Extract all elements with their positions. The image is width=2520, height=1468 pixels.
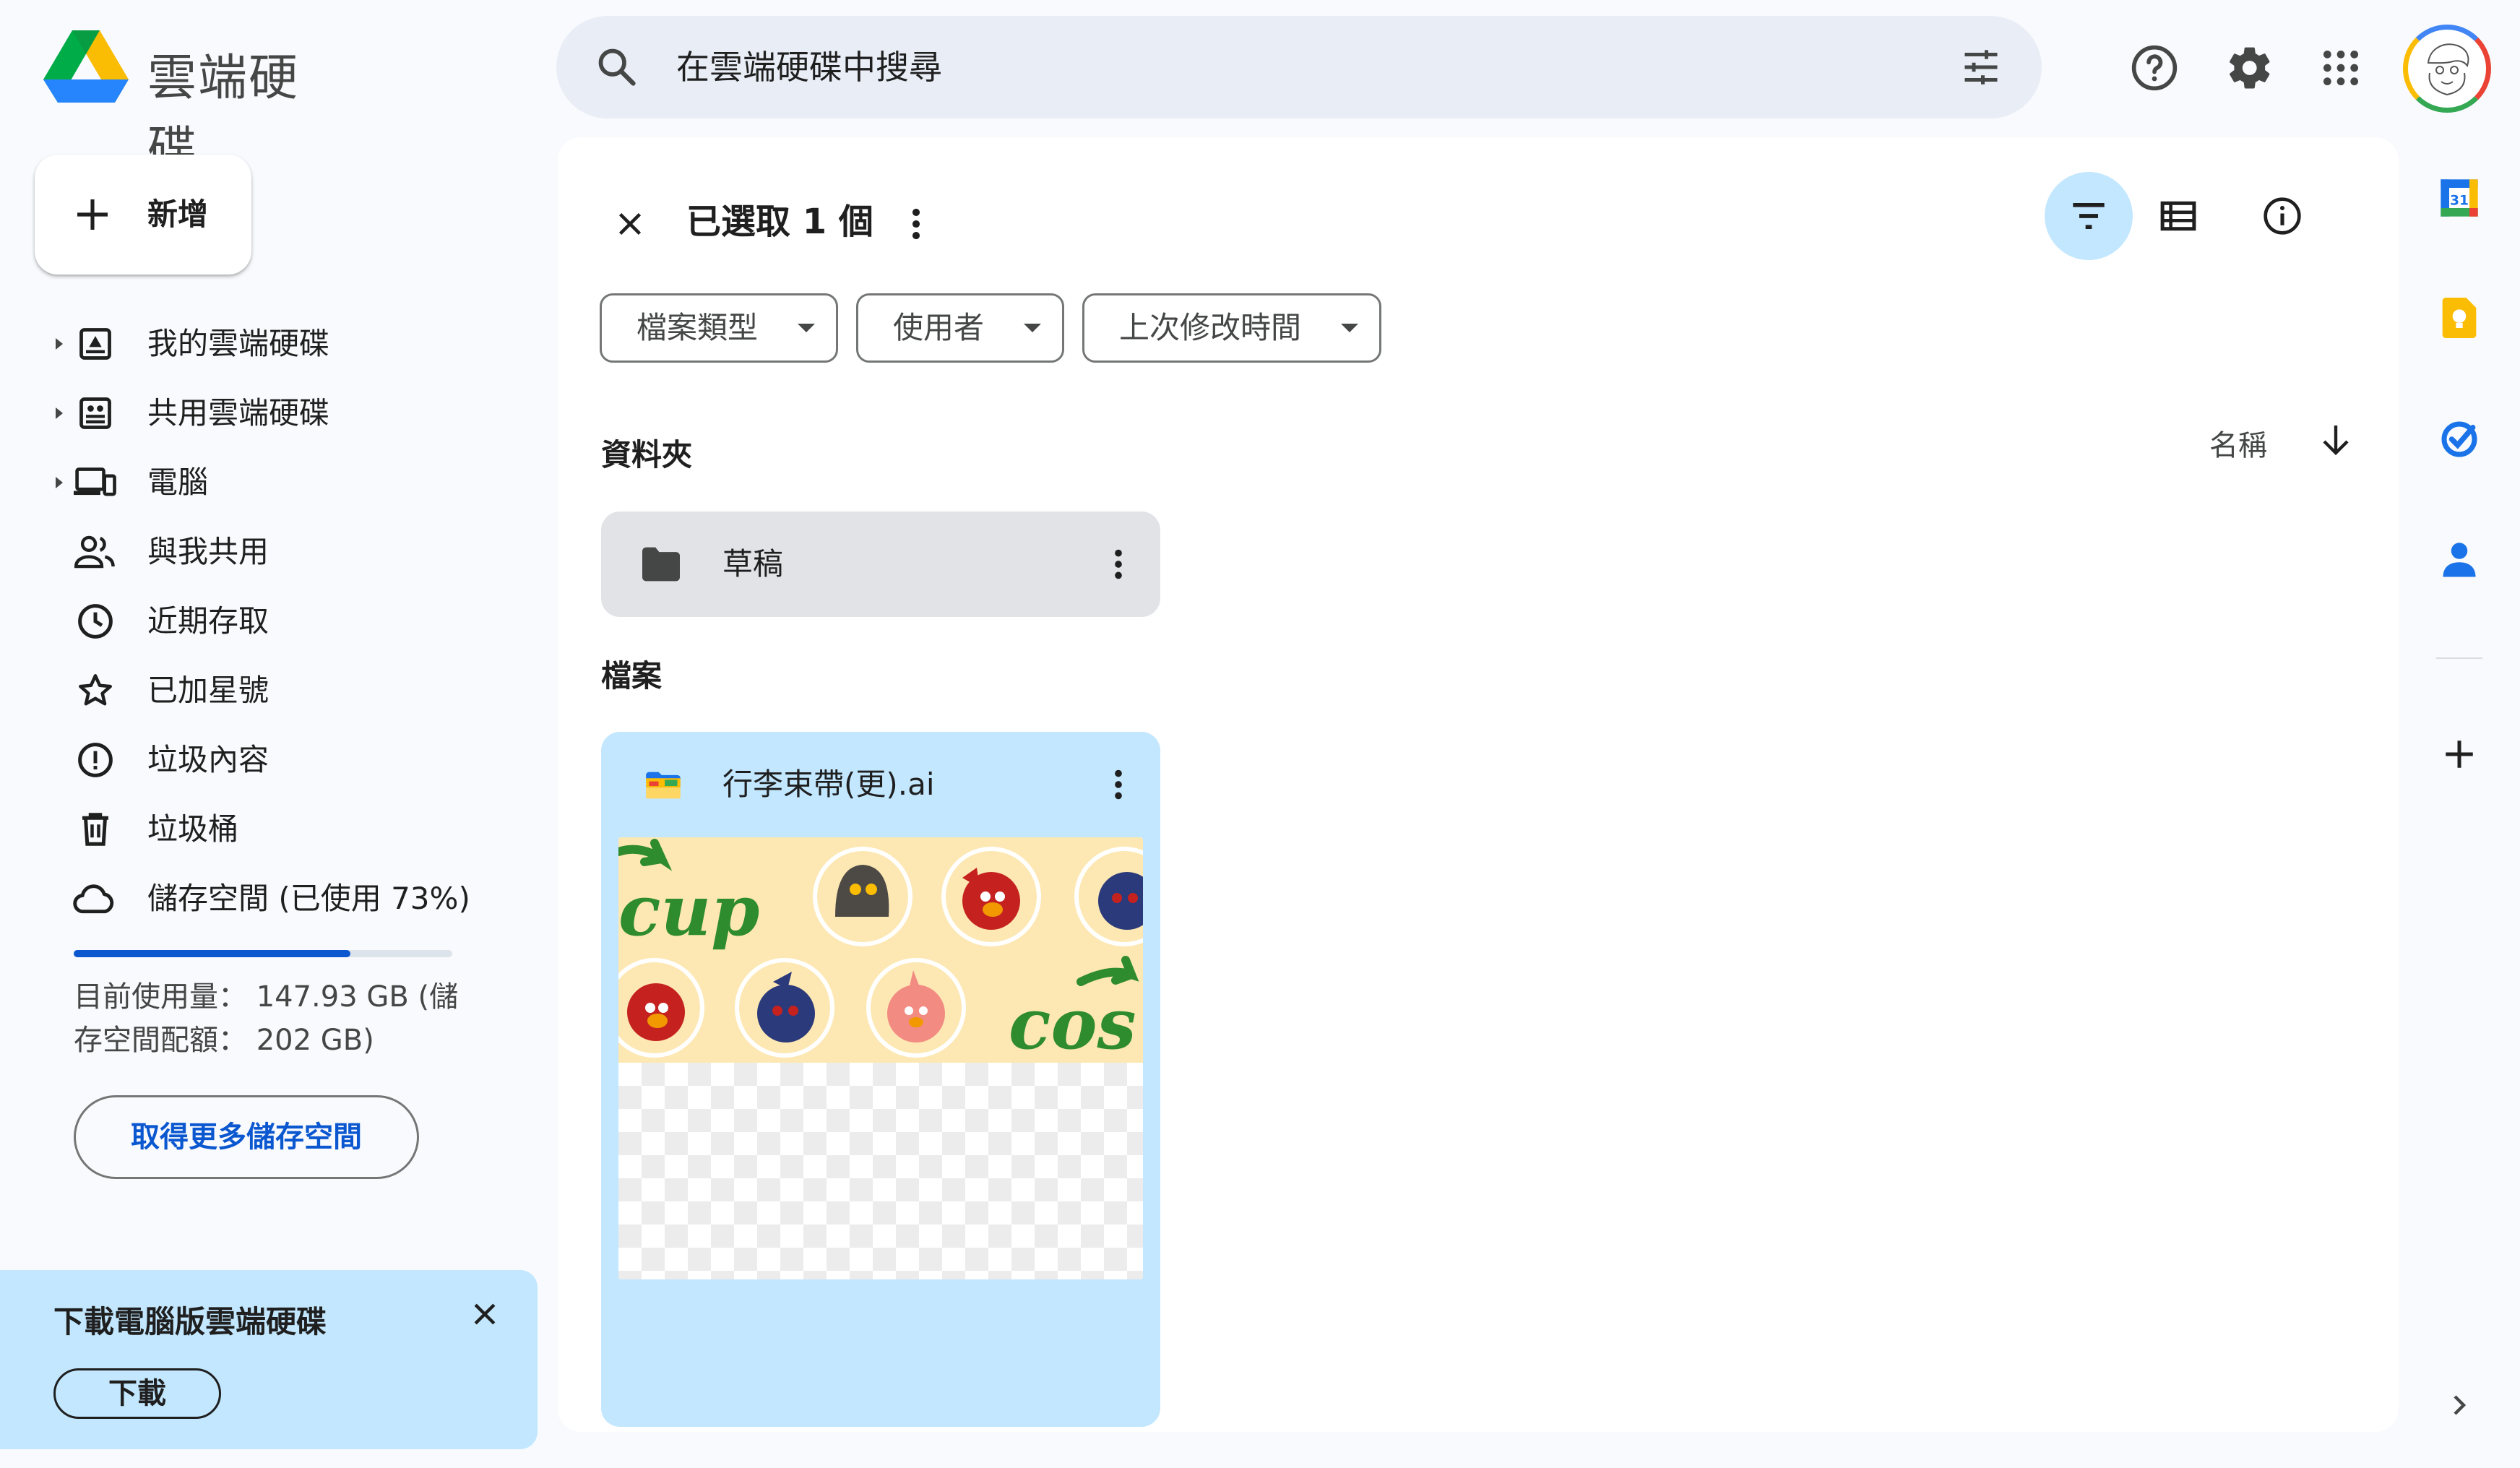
sidebar-item-recent[interactable]: 近期存取 bbox=[0, 587, 535, 656]
search-options-icon[interactable] bbox=[1955, 41, 2007, 93]
folder-name: 草稿 bbox=[722, 546, 784, 582]
selection-count: 已選取 1 個 bbox=[686, 202, 873, 242]
folders-heading: 資料夾 bbox=[601, 437, 693, 472]
plus-icon bbox=[71, 193, 114, 236]
sidebar-item-label: 垃圾內容 bbox=[147, 742, 269, 777]
filter-chip-file-type[interactable]: 檔案類型 bbox=[600, 293, 838, 363]
filter-icon[interactable] bbox=[2045, 172, 2133, 260]
sidebar-item-starred[interactable]: 已加星號 bbox=[0, 656, 535, 725]
clock-icon bbox=[74, 600, 117, 643]
spam-icon bbox=[74, 738, 117, 782]
computers-icon bbox=[72, 461, 118, 504]
chip-label: 檔案類型 bbox=[637, 310, 759, 345]
people-icon bbox=[72, 530, 118, 574]
file-card-selected[interactable]: 行李束帶(更).ai cup cos bbox=[601, 732, 1160, 1427]
sidebar-item-shared-drives[interactable]: 共用雲端硬碟 bbox=[0, 379, 535, 448]
storage-usage-text: 目前使用量： 147.93 GB (儲存空間配額： 202 GB) bbox=[74, 980, 459, 1057]
dropdown-arrow-icon bbox=[1022, 295, 1043, 360]
account-avatar[interactable] bbox=[2403, 25, 2491, 113]
arrow-down-icon[interactable] bbox=[2310, 415, 2361, 465]
trash-icon bbox=[74, 808, 117, 851]
info-icon[interactable] bbox=[2251, 185, 2313, 247]
illustrator-file-icon bbox=[642, 764, 685, 807]
sidebar-item-spam[interactable]: 垃圾內容 bbox=[0, 725, 535, 795]
contacts-icon[interactable] bbox=[2429, 530, 2490, 591]
thumbnail-text-cup: cup bbox=[618, 870, 759, 951]
get-more-storage-button[interactable]: 取得更多儲存空間 bbox=[74, 1095, 419, 1179]
sidebar-item-shared-with-me[interactable]: 與我共用 bbox=[0, 517, 535, 587]
thumbnail-artwork: cup cos bbox=[618, 837, 1143, 1063]
download-button[interactable]: 下載 bbox=[53, 1368, 221, 1419]
keep-icon[interactable] bbox=[2429, 288, 2490, 348]
promo-title: 下載電腦版雲端硬碟 bbox=[53, 1304, 327, 1339]
search-bar[interactable]: 在雲端硬碟中搜尋 bbox=[556, 16, 2042, 118]
expand-caret-icon[interactable] bbox=[51, 309, 68, 379]
thumbnail-text-cos: cos bbox=[1009, 983, 1136, 1063]
sort-control[interactable]: 名稱 bbox=[2198, 412, 2371, 470]
filter-chip-modified[interactable]: 上次修改時間 bbox=[1082, 293, 1381, 363]
expand-caret-icon[interactable] bbox=[51, 379, 68, 448]
chip-label: 使用者 bbox=[893, 310, 985, 345]
storage-progress-fill bbox=[74, 950, 350, 957]
list-view-icon[interactable] bbox=[2147, 185, 2209, 247]
rail-divider bbox=[2436, 657, 2482, 659]
star-icon bbox=[74, 669, 117, 712]
folder-icon bbox=[637, 543, 685, 586]
folder-card[interactable]: 草稿 bbox=[601, 511, 1160, 617]
drive-logo-icon bbox=[43, 30, 129, 107]
expand-caret-icon[interactable] bbox=[51, 448, 68, 517]
more-options-icon[interactable] bbox=[1089, 756, 1147, 813]
add-app-icon[interactable] bbox=[2429, 724, 2490, 785]
storage-progress-bar bbox=[74, 950, 452, 957]
new-button[interactable]: 新增 bbox=[35, 155, 251, 275]
thumbnail-transparent-area bbox=[618, 1063, 1143, 1279]
more-options-icon[interactable] bbox=[1089, 535, 1147, 593]
sidebar-item-label: 已加星號 bbox=[147, 673, 269, 708]
sidebar-item-computers[interactable]: 電腦 bbox=[0, 448, 535, 517]
filter-chip-people[interactable]: 使用者 bbox=[856, 293, 1064, 363]
help-icon[interactable] bbox=[2126, 39, 2183, 97]
drive-logo[interactable]: 雲端硬碟 bbox=[43, 26, 347, 178]
shared-drives-icon bbox=[74, 392, 117, 435]
main-content: 已選取 1 個 檔案類型 使用者 上次修改時間 資料夾 名稱 草稿 檔案 行李束… bbox=[558, 137, 2399, 1432]
tasks-icon[interactable] bbox=[2429, 409, 2490, 470]
close-icon[interactable] bbox=[459, 1289, 510, 1339]
desktop-download-promo: 下載電腦版雲端硬碟 下載 bbox=[0, 1270, 538, 1449]
sidebar-item-storage[interactable]: 儲存空間 (已使用 73%) bbox=[0, 864, 535, 933]
apps-grid-icon[interactable] bbox=[2312, 39, 2370, 97]
search-icon[interactable] bbox=[591, 41, 643, 93]
search-input[interactable]: 在雲端硬碟中搜尋 bbox=[676, 16, 942, 118]
sidebar-item-label: 與我共用 bbox=[147, 534, 269, 569]
calendar-icon[interactable]: 31 bbox=[2429, 168, 2490, 228]
sort-label: 名稱 bbox=[2209, 429, 2267, 462]
cloud-icon bbox=[71, 877, 118, 920]
sidebar-item-label: 近期存取 bbox=[147, 603, 269, 639]
sidebar-item-my-drive[interactable]: 我的雲端硬碟 bbox=[0, 309, 535, 379]
sidebar-item-label: 共用雲端硬碟 bbox=[147, 395, 330, 431]
sidebar-item-label: 電腦 bbox=[147, 465, 209, 500]
file-thumbnail: cup cos bbox=[618, 837, 1143, 1279]
collapse-panel-icon[interactable] bbox=[2436, 1380, 2482, 1430]
sidebar-item-label: 我的雲端硬碟 bbox=[147, 326, 330, 361]
my-drive-icon bbox=[74, 322, 117, 366]
clear-selection-icon[interactable] bbox=[601, 195, 659, 253]
dropdown-arrow-icon bbox=[1339, 295, 1360, 360]
more-actions-icon[interactable] bbox=[894, 195, 938, 253]
new-label: 新增 bbox=[147, 197, 209, 232]
sidebar-item-trash[interactable]: 垃圾桶 bbox=[0, 795, 535, 864]
settings-icon[interactable] bbox=[2221, 39, 2279, 97]
files-heading: 檔案 bbox=[601, 658, 663, 694]
file-name: 行李束帶(更).ai bbox=[722, 767, 935, 802]
dropdown-arrow-icon bbox=[795, 295, 817, 360]
sidebar-item-label: 儲存空間 (已使用 73%) bbox=[147, 881, 470, 916]
calendar-day: 31 bbox=[2450, 193, 2469, 208]
chip-label: 上次修改時間 bbox=[1119, 310, 1302, 345]
sidebar-item-label: 垃圾桶 bbox=[147, 811, 239, 847]
